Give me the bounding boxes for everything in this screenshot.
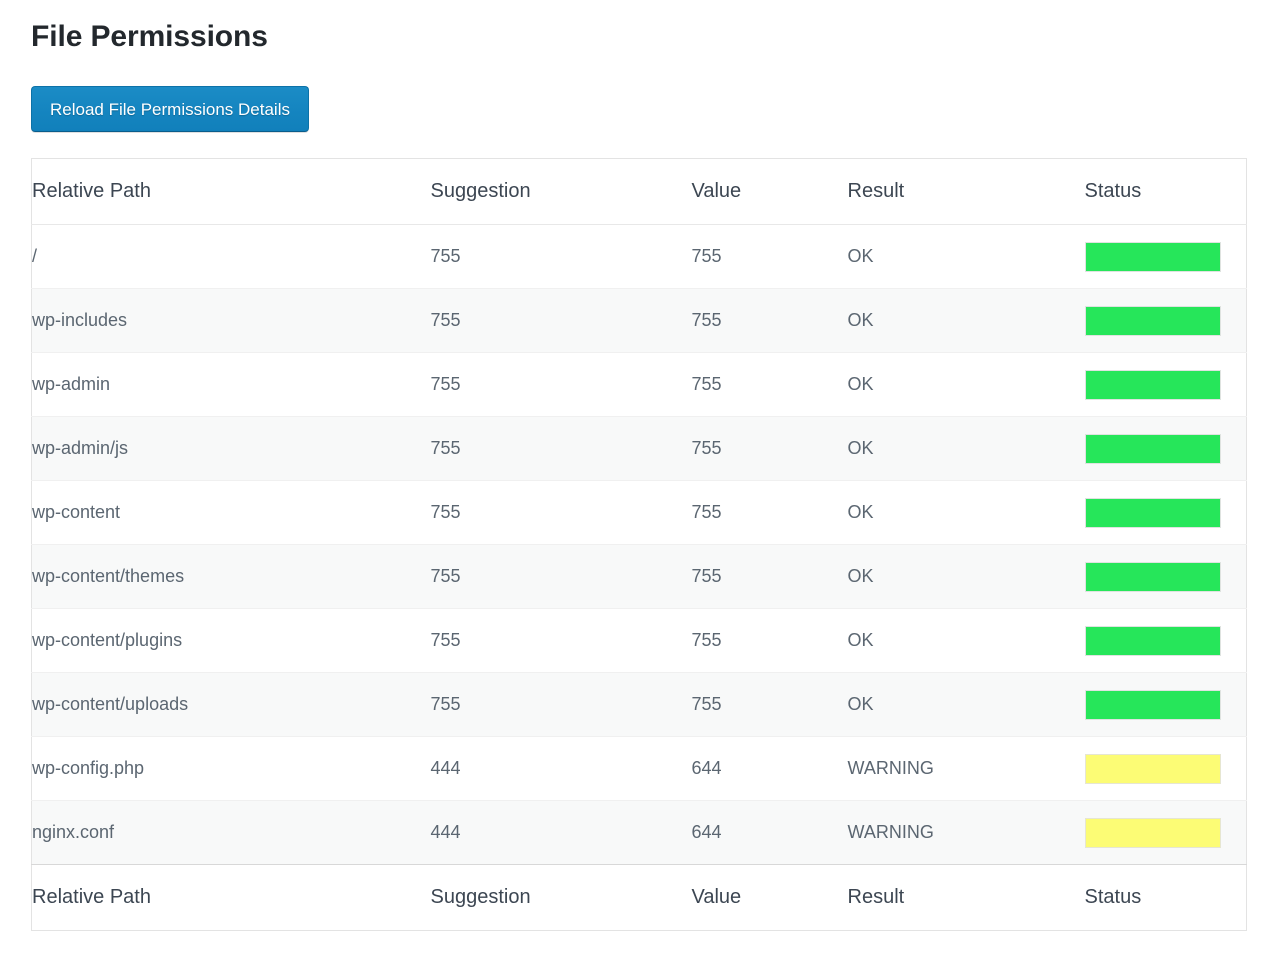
status-badge-ok xyxy=(1085,434,1221,464)
footer-column-relative-path: Relative Path xyxy=(32,865,431,931)
status-badge-ok xyxy=(1085,498,1221,528)
cell-suggestion: 444 xyxy=(431,737,692,801)
table-head: Relative Path Suggestion Value Result St… xyxy=(32,159,1247,225)
cell-suggestion: 755 xyxy=(431,417,692,481)
cell-relative-path: wp-admin xyxy=(32,353,431,417)
table-footer-row: Relative Path Suggestion Value Result St… xyxy=(32,865,1247,931)
cell-result: OK xyxy=(848,609,1085,673)
column-header-relative-path[interactable]: Relative Path xyxy=(32,159,431,225)
status-badge-ok xyxy=(1085,626,1221,656)
cell-status xyxy=(1085,801,1247,865)
cell-value: 644 xyxy=(692,737,848,801)
status-badge-ok xyxy=(1085,690,1221,720)
footer-column-result: Result xyxy=(848,865,1085,931)
column-header-value[interactable]: Value xyxy=(692,159,848,225)
file-permissions-table: Relative Path Suggestion Value Result St… xyxy=(31,158,1247,931)
cell-result: OK xyxy=(848,417,1085,481)
cell-result: OK xyxy=(848,289,1085,353)
cell-relative-path: wp-content/themes xyxy=(32,545,431,609)
file-permissions-page: File Permissions Reload File Permissions… xyxy=(0,0,1277,953)
cell-status xyxy=(1085,225,1247,289)
table-row: wp-includes755755OK xyxy=(32,289,1247,353)
table-foot: Relative Path Suggestion Value Result St… xyxy=(32,865,1247,931)
cell-suggestion: 444 xyxy=(431,801,692,865)
cell-value: 755 xyxy=(692,609,848,673)
cell-suggestion: 755 xyxy=(431,545,692,609)
column-header-suggestion[interactable]: Suggestion xyxy=(431,159,692,225)
cell-value: 644 xyxy=(692,801,848,865)
column-header-status[interactable]: Status xyxy=(1085,159,1247,225)
status-badge-warning xyxy=(1085,754,1221,784)
cell-suggestion: 755 xyxy=(431,225,692,289)
cell-result: WARNING xyxy=(848,737,1085,801)
cell-relative-path: / xyxy=(32,225,431,289)
cell-relative-path: wp-admin/js xyxy=(32,417,431,481)
cell-result: OK xyxy=(848,481,1085,545)
cell-value: 755 xyxy=(692,417,848,481)
table-row: wp-content755755OK xyxy=(32,481,1247,545)
table-row: wp-content/themes755755OK xyxy=(32,545,1247,609)
cell-suggestion: 755 xyxy=(431,673,692,737)
cell-relative-path: wp-content xyxy=(32,481,431,545)
reload-file-permissions-button[interactable]: Reload File Permissions Details xyxy=(31,86,309,132)
table-body: /755755OKwp-includes755755OKwp-admin7557… xyxy=(32,225,1247,865)
cell-suggestion: 755 xyxy=(431,481,692,545)
cell-relative-path: nginx.conf xyxy=(32,801,431,865)
cell-result: OK xyxy=(848,545,1085,609)
cell-value: 755 xyxy=(692,353,848,417)
cell-status xyxy=(1085,481,1247,545)
cell-status xyxy=(1085,289,1247,353)
table-row: wp-admin755755OK xyxy=(32,353,1247,417)
cell-status xyxy=(1085,545,1247,609)
status-badge-ok xyxy=(1085,242,1221,272)
cell-relative-path: wp-includes xyxy=(32,289,431,353)
table-row: wp-content/plugins755755OK xyxy=(32,609,1247,673)
cell-status xyxy=(1085,353,1247,417)
cell-suggestion: 755 xyxy=(431,609,692,673)
cell-status xyxy=(1085,673,1247,737)
cell-value: 755 xyxy=(692,481,848,545)
footer-column-value: Value xyxy=(692,865,848,931)
status-badge-ok xyxy=(1085,562,1221,592)
cell-value: 755 xyxy=(692,673,848,737)
cell-result: OK xyxy=(848,225,1085,289)
status-badge-warning xyxy=(1085,818,1221,848)
table-row: wp-content/uploads755755OK xyxy=(32,673,1247,737)
status-badge-ok xyxy=(1085,306,1221,336)
cell-suggestion: 755 xyxy=(431,289,692,353)
cell-value: 755 xyxy=(692,225,848,289)
cell-suggestion: 755 xyxy=(431,353,692,417)
column-header-result[interactable]: Result xyxy=(848,159,1085,225)
table-row: wp-admin/js755755OK xyxy=(32,417,1247,481)
cell-status xyxy=(1085,609,1247,673)
footer-column-suggestion: Suggestion xyxy=(431,865,692,931)
cell-relative-path: wp-config.php xyxy=(32,737,431,801)
table-row: wp-config.php444644WARNING xyxy=(32,737,1247,801)
status-badge-ok xyxy=(1085,370,1221,400)
cell-status xyxy=(1085,417,1247,481)
footer-column-status: Status xyxy=(1085,865,1247,931)
cell-result: WARNING xyxy=(848,801,1085,865)
file-permissions-table-wrapper: Relative Path Suggestion Value Result St… xyxy=(31,158,1246,931)
page-title: File Permissions xyxy=(31,19,268,55)
table-header-row: Relative Path Suggestion Value Result St… xyxy=(32,159,1247,225)
cell-result: OK xyxy=(848,353,1085,417)
cell-relative-path: wp-content/plugins xyxy=(32,609,431,673)
cell-value: 755 xyxy=(692,289,848,353)
table-row: /755755OK xyxy=(32,225,1247,289)
table-row: nginx.conf444644WARNING xyxy=(32,801,1247,865)
cell-relative-path: wp-content/uploads xyxy=(32,673,431,737)
cell-status xyxy=(1085,737,1247,801)
cell-value: 755 xyxy=(692,545,848,609)
cell-result: OK xyxy=(848,673,1085,737)
